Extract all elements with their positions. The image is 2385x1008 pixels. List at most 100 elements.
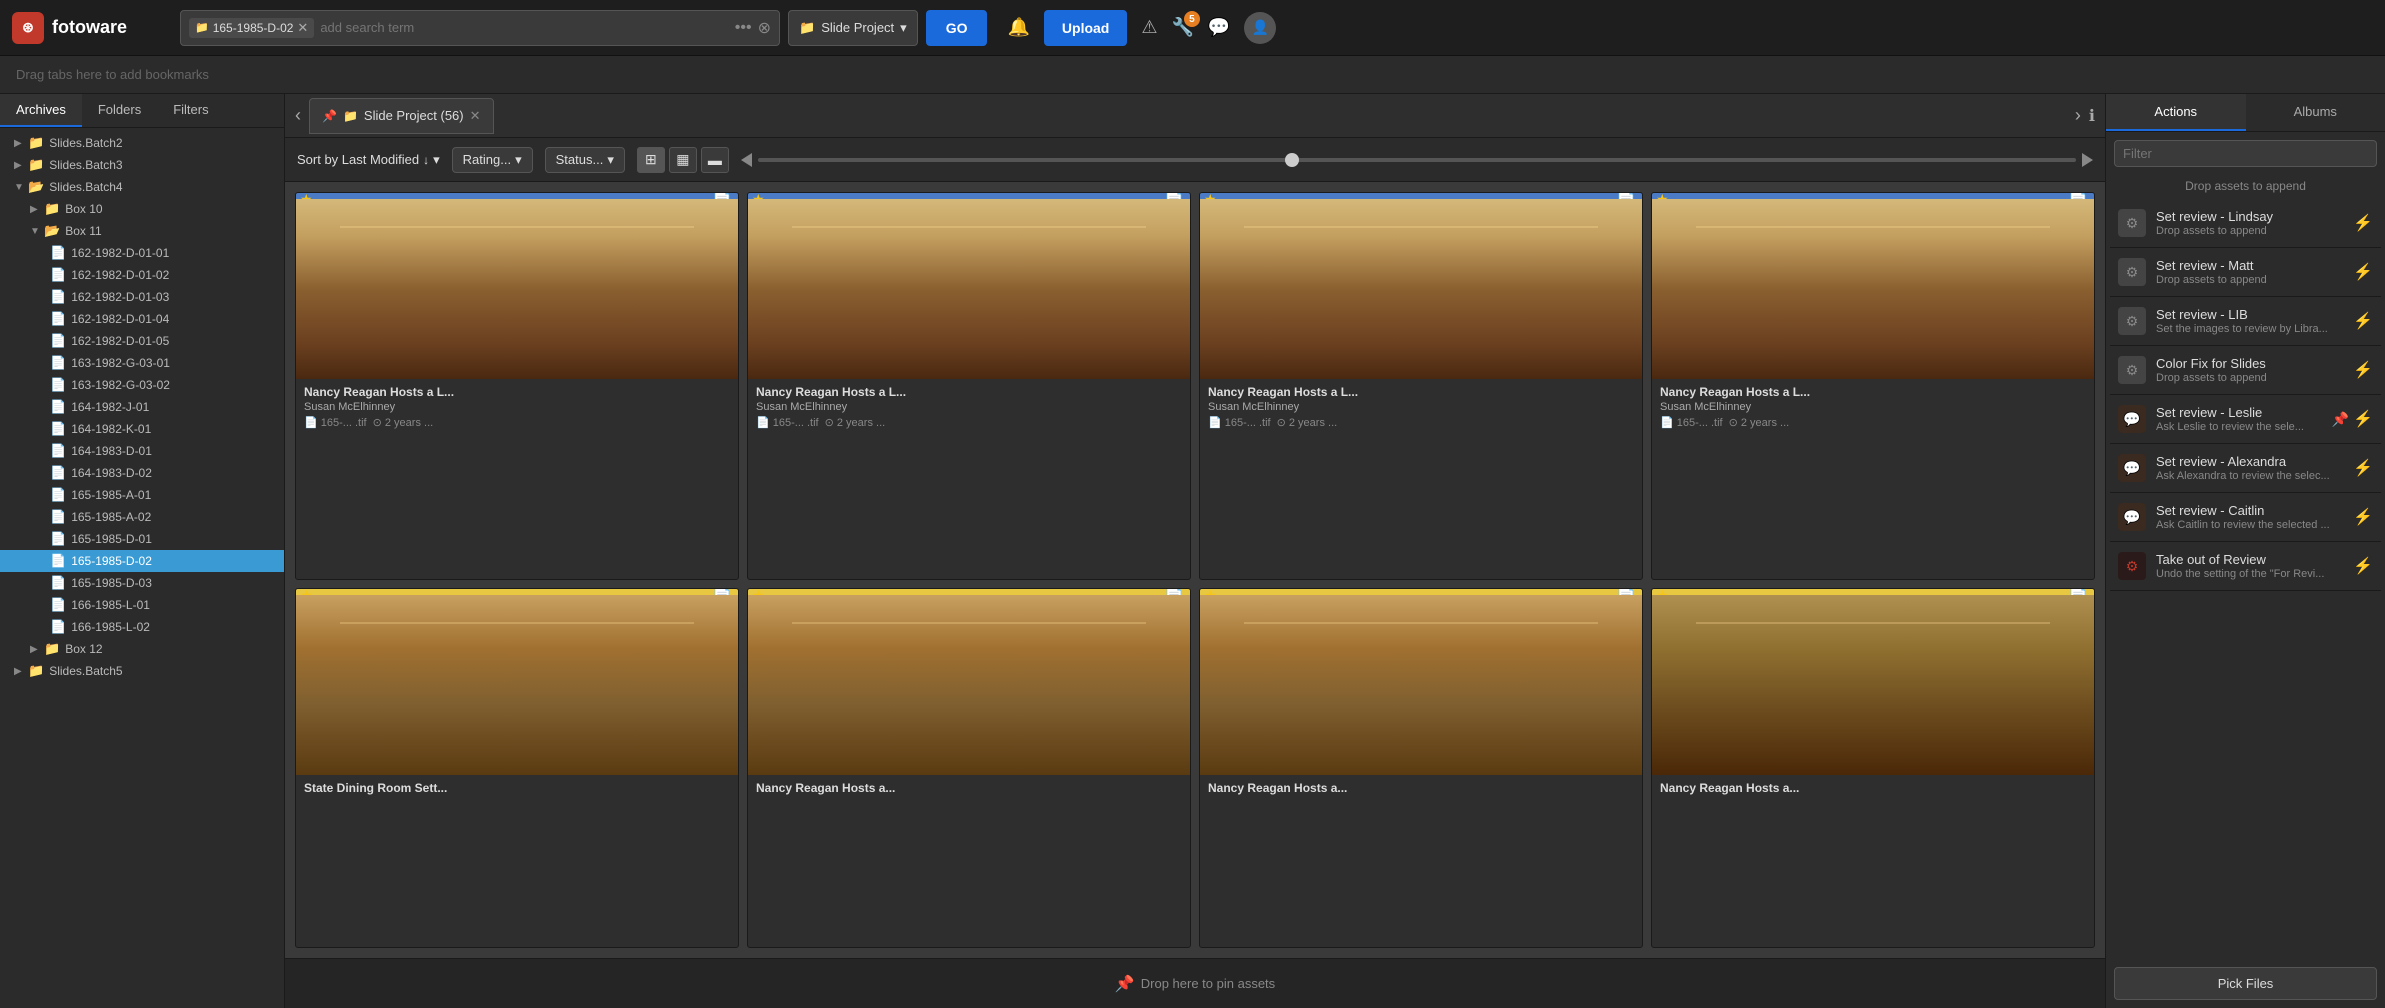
notifications-icon[interactable]: 🔔 bbox=[1007, 17, 1029, 38]
list-item[interactable]: 📄165-1985-A-01 bbox=[0, 484, 284, 506]
bolt-icon[interactable]: ⚡ bbox=[2353, 311, 2373, 331]
asset-card[interactable]: ★📄 State Dining Room Sett... bbox=[295, 588, 739, 949]
go-button[interactable]: GO bbox=[926, 10, 988, 46]
arrow-icon: ▶ bbox=[30, 204, 44, 215]
tab-albums[interactable]: Albums bbox=[2246, 94, 2385, 131]
tab-nav-right[interactable]: › bbox=[2075, 105, 2081, 126]
asset-card[interactable]: ★📄 Nancy Reagan Hosts a L... Susan McElh… bbox=[295, 192, 739, 580]
list-item[interactable]: 📄163-1982-G-03-02 bbox=[0, 374, 284, 396]
bolt-icon[interactable]: ⚡ bbox=[2353, 458, 2373, 478]
right-panel-tabs: Actions Albums bbox=[2106, 94, 2385, 132]
search-tag-close[interactable]: ✕ bbox=[297, 20, 308, 36]
bolt-icon[interactable]: ⚡ bbox=[2353, 409, 2373, 429]
list-item[interactable]: 📄165-1985-D-03 bbox=[0, 572, 284, 594]
wrench-icon[interactable]: 🔧 5 bbox=[1172, 17, 1194, 38]
list-item[interactable]: 📄162-1982-D-01-05 bbox=[0, 330, 284, 352]
actions-filter-input[interactable] bbox=[2114, 140, 2377, 167]
list-item[interactable]: 📄165-1985-D-01 bbox=[0, 528, 284, 550]
content-tab-slide-project[interactable]: 📌 📁 Slide Project (56) ✕ bbox=[309, 98, 494, 134]
search-input[interactable] bbox=[320, 20, 728, 35]
asset-card[interactable]: ★📄 Nancy Reagan Hosts a... bbox=[747, 588, 1191, 949]
list-item[interactable]: ▼ 📂 Slides.Batch4 bbox=[0, 176, 284, 198]
list-item[interactable]: ▶ 📁 Slides.Batch2 bbox=[0, 132, 284, 154]
list-item[interactable]: 📄165-1985-A-02 bbox=[0, 506, 284, 528]
list-item[interactable]: ▶ 📁 Slides.Batch3 bbox=[0, 154, 284, 176]
warning-icon[interactable]: ⚠ bbox=[1141, 17, 1157, 38]
slider-thumb[interactable] bbox=[1285, 153, 1299, 167]
arrow-icon: ▶ bbox=[30, 644, 44, 655]
asset-title: Nancy Reagan Hosts a... bbox=[1208, 781, 1634, 795]
pin-icon[interactable]: 📌 bbox=[2332, 411, 2349, 428]
avatar[interactable]: 👤 bbox=[1244, 12, 1276, 44]
list-item[interactable]: 📄162-1982-D-01-04 bbox=[0, 308, 284, 330]
list-item[interactable]: ▶ 📁 Box 12 bbox=[0, 638, 284, 660]
bolt-icon[interactable]: ⚡ bbox=[2353, 262, 2373, 282]
list-item[interactable]: 💬 Set review - Alexandra Ask Alexandra t… bbox=[2110, 444, 2381, 493]
tab-actions[interactable]: Actions bbox=[2106, 94, 2246, 131]
list-item[interactable]: ⚙ Set review - LIB Set the images to rev… bbox=[2110, 297, 2381, 346]
list-item[interactable]: 📄166-1985-L-02 bbox=[0, 616, 284, 638]
list-item[interactable]: ▶ 📁 Box 10 bbox=[0, 198, 284, 220]
slider-increase-icon[interactable] bbox=[2082, 153, 2093, 167]
list-item[interactable]: 📄163-1982-G-03-01 bbox=[0, 352, 284, 374]
list-item[interactable]: 📄162-1982-D-01-01 bbox=[0, 242, 284, 264]
slider-decrease-icon[interactable] bbox=[741, 153, 752, 167]
asset-card[interactable]: ★📄 Nancy Reagan Hosts a... bbox=[1199, 588, 1643, 949]
bolt-icon[interactable]: ⚡ bbox=[2353, 360, 2373, 380]
list-item[interactable]: 📄164-1982-K-01 bbox=[0, 418, 284, 440]
list-item[interactable]: 💬 Set review - Leslie Ask Leslie to revi… bbox=[2110, 395, 2381, 444]
bolt-icon[interactable]: ⚡ bbox=[2353, 213, 2373, 233]
list-item[interactable]: ▼ 📂 Box 11 bbox=[0, 220, 284, 242]
asset-card[interactable]: ★📄 Nancy Reagan Hosts a L... Susan McElh… bbox=[1199, 192, 1643, 580]
pick-files-button[interactable]: Pick Files bbox=[2114, 967, 2377, 1000]
list-item[interactable]: 📄164-1982-J-01 bbox=[0, 396, 284, 418]
sort-button[interactable]: Sort by Last Modified ↓ ▾ bbox=[297, 152, 440, 168]
chevron-right-icon[interactable]: › bbox=[2075, 105, 2081, 126]
tab-nav-left[interactable]: ‹ bbox=[295, 105, 301, 126]
asset-card[interactable]: ★📄 Nancy Reagan Hosts a L... Susan McElh… bbox=[747, 192, 1191, 580]
upload-button[interactable]: Upload bbox=[1044, 10, 1127, 46]
red-gear-icon: ⚙ bbox=[2118, 552, 2146, 580]
chevron-left-icon[interactable]: ‹ bbox=[295, 105, 301, 126]
list-item[interactable]: ▶ 📁 Slides.Batch5 bbox=[0, 660, 284, 682]
list-item[interactable]: 📄164-1983-D-02 bbox=[0, 462, 284, 484]
list-item[interactable]: 💬 Set review - Caitlin Ask Caitlin to re… bbox=[2110, 493, 2381, 542]
rating-filter[interactable]: Rating... ▾ bbox=[452, 147, 533, 173]
list-item[interactable]: 📄166-1985-L-01 bbox=[0, 594, 284, 616]
sidebar-tab-filters[interactable]: Filters bbox=[157, 94, 224, 127]
search-options-icon[interactable]: ••• bbox=[735, 19, 752, 37]
asset-card[interactable]: ★📄 Nancy Reagan Hosts a L... Susan McElh… bbox=[1651, 192, 2095, 580]
sidebar-tab-folders[interactable]: Folders bbox=[82, 94, 157, 127]
medium-grid-button[interactable]: ▦ bbox=[669, 147, 697, 173]
tree-item-label: 163-1982-G-03-01 bbox=[71, 356, 170, 370]
list-item[interactable]: 📄162-1982-D-01-03 bbox=[0, 286, 284, 308]
bolt-icon[interactable]: ⚡ bbox=[2353, 507, 2373, 527]
search-bar[interactable]: 📁 165-1985-D-02 ✕ ••• ⊗ bbox=[180, 10, 780, 46]
chat-icon[interactable]: 💬 bbox=[1208, 17, 1230, 38]
file-icon: 📄 bbox=[50, 575, 66, 591]
list-view-button[interactable]: ▬ bbox=[701, 147, 729, 173]
status-filter[interactable]: Status... ▾ bbox=[545, 147, 625, 173]
close-tab-icon[interactable]: ✕ bbox=[470, 108, 481, 124]
sidebar-tab-archives[interactable]: Archives bbox=[0, 94, 82, 127]
info-icon[interactable]: ℹ bbox=[2089, 106, 2095, 126]
slider-track[interactable] bbox=[758, 158, 2076, 162]
asset-card[interactable]: ★📄 Nancy Reagan Hosts a... bbox=[1651, 588, 2095, 949]
list-item[interactable]: ⚙ Set review - Lindsay Drop assets to ap… bbox=[2110, 199, 2381, 248]
action-content: Set review - Leslie Ask Leslie to review… bbox=[2156, 405, 2322, 433]
list-item[interactable]: 📄162-1982-D-01-02 bbox=[0, 264, 284, 286]
notification-badge: 5 bbox=[1184, 11, 1200, 27]
tree-item-label: Box 11 bbox=[65, 224, 101, 238]
list-item[interactable]: ⚙ Set review - Matt Drop assets to appen… bbox=[2110, 248, 2381, 297]
app-logo[interactable]: ⊛ fotoware bbox=[12, 12, 172, 44]
grid-view-button[interactable]: ⊞ bbox=[637, 147, 665, 173]
bolt-icon[interactable]: ⚡ bbox=[2353, 556, 2373, 576]
list-item[interactable]: 📄164-1983-D-01 bbox=[0, 440, 284, 462]
list-item[interactable]: ⚙ Take out of Review Undo the setting of… bbox=[2110, 542, 2381, 591]
search-tag[interactable]: 📁 165-1985-D-02 ✕ bbox=[189, 18, 314, 38]
list-item[interactable]: 📄165-1985-D-02 bbox=[0, 550, 284, 572]
list-item[interactable]: ⚙ Color Fix for Slides Drop assets to ap… bbox=[2110, 346, 2381, 395]
action-title: Set review - Lindsay bbox=[2156, 209, 2343, 224]
search-clear-icon[interactable]: ⊗ bbox=[758, 18, 771, 38]
project-select[interactable]: 📁 Slide Project ▾ bbox=[788, 10, 918, 46]
